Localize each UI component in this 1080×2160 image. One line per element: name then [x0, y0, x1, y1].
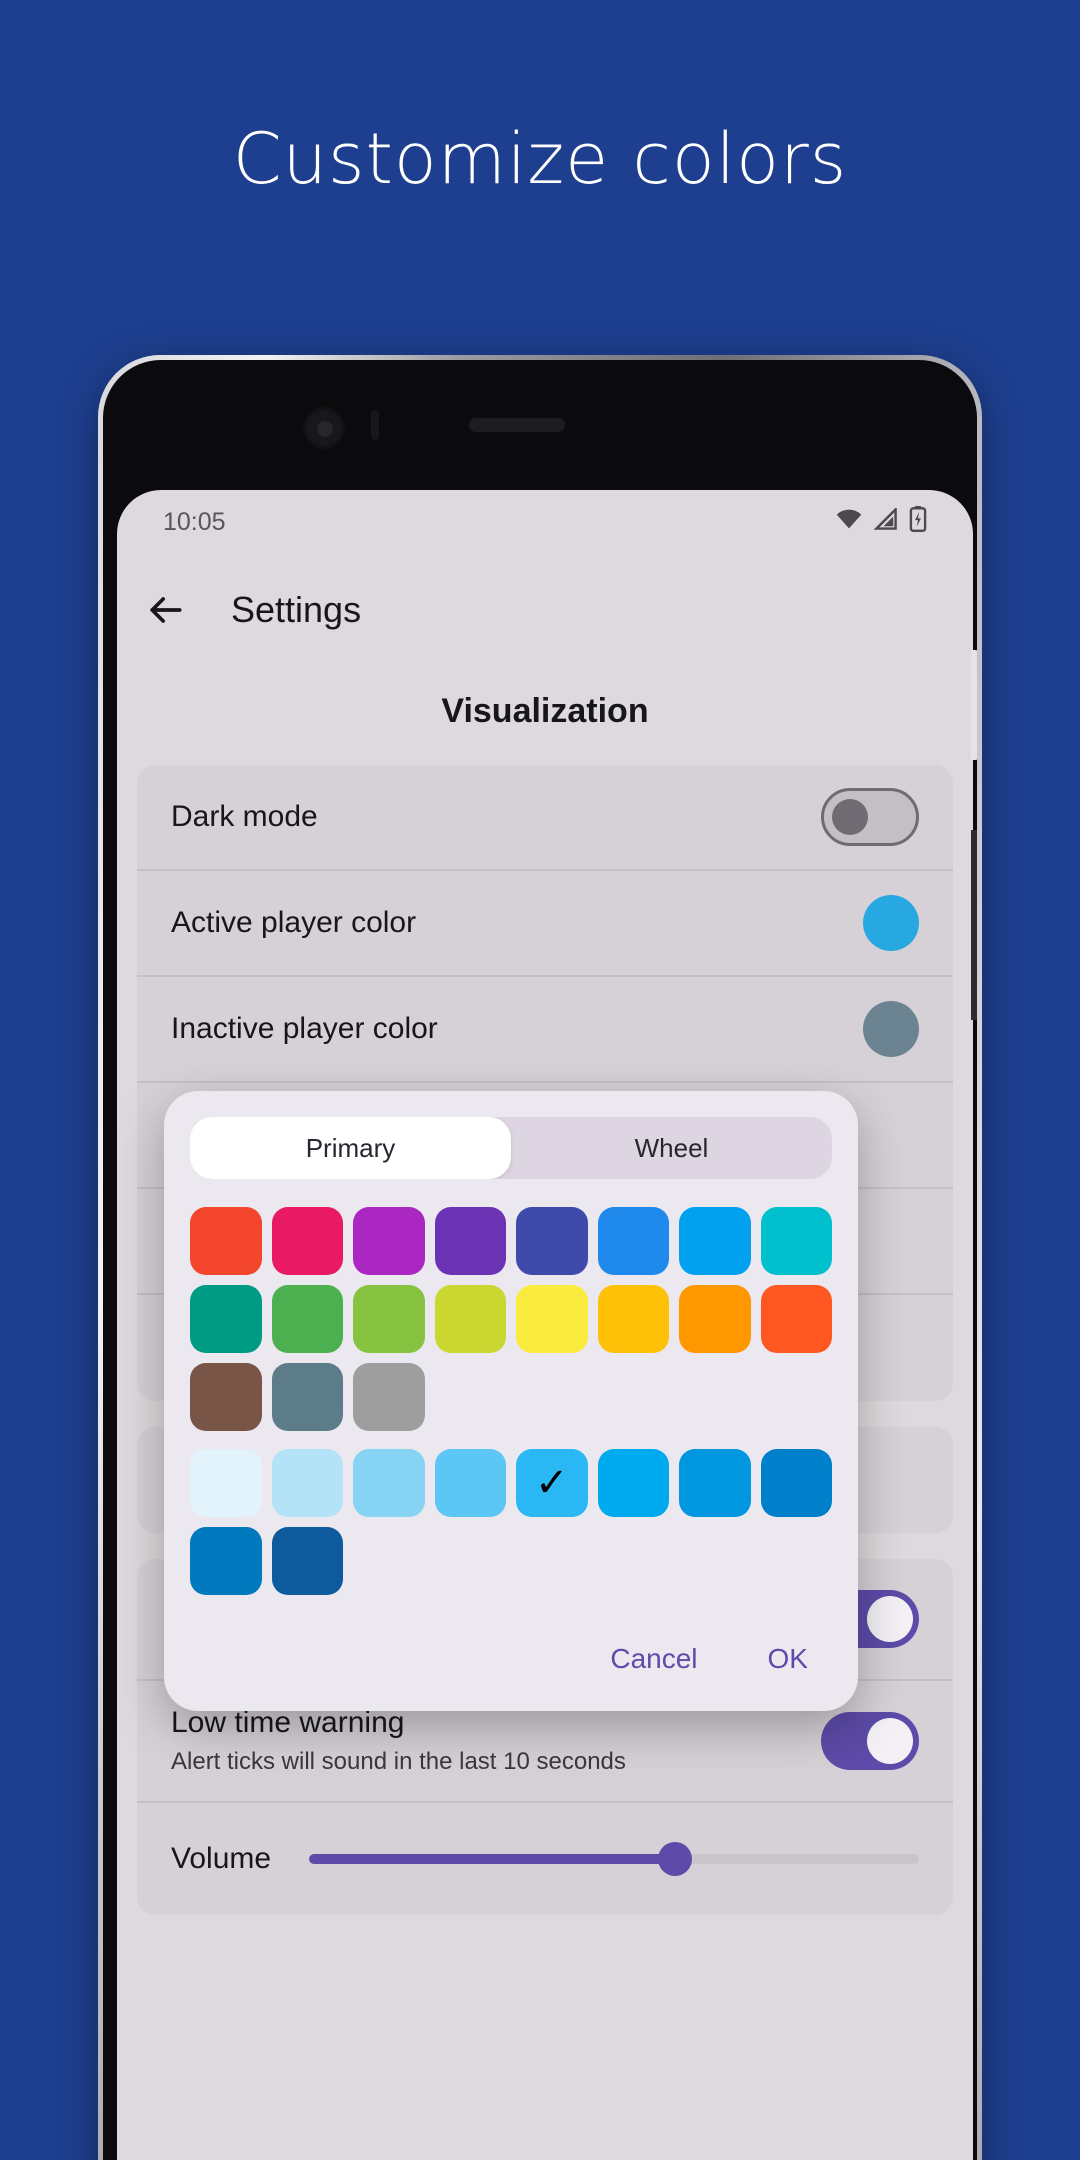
row-title: Inactive player color: [171, 1012, 438, 1045]
active-player-color-swatch[interactable]: [863, 895, 919, 951]
color-swatch[interactable]: [760, 1285, 832, 1353]
row-title: Dark mode: [171, 800, 318, 833]
low-time-warning-toggle[interactable]: [821, 1712, 919, 1770]
phone-side-button-volume: [971, 650, 977, 760]
tab-wheel[interactable]: Wheel: [511, 1117, 832, 1179]
row-title: Volume: [171, 1842, 272, 1875]
color-swatch[interactable]: [353, 1449, 425, 1517]
grid-spacer: [516, 1363, 588, 1431]
earpiece-speaker: [469, 418, 565, 432]
color-swatch[interactable]: [516, 1207, 588, 1275]
color-swatch[interactable]: [190, 1449, 262, 1517]
color-swatch[interactable]: [434, 1207, 506, 1275]
row-subtitle: Alert ticks will sound in the last 10 se…: [171, 1748, 626, 1775]
phone-bezel: 10:05 Settings Visualization Dark mode A…: [103, 360, 977, 2160]
color-swatch[interactable]: [597, 1285, 669, 1353]
color-swatch[interactable]: [760, 1449, 832, 1517]
grid-spacer: [598, 1363, 670, 1431]
color-swatch[interactable]: [597, 1449, 669, 1517]
color-swatch[interactable]: [353, 1363, 425, 1431]
color-swatch[interactable]: [190, 1285, 262, 1353]
checkmark-icon: ✓: [534, 1461, 569, 1505]
grid-spacer: [761, 1363, 833, 1431]
grid-spacer: [516, 1527, 588, 1595]
color-swatch[interactable]: [679, 1285, 751, 1353]
color-swatch[interactable]: [271, 1207, 343, 1275]
dark-mode-toggle[interactable]: [821, 788, 919, 846]
color-swatch[interactable]: [271, 1449, 343, 1517]
grid-spacer: [761, 1527, 833, 1595]
status-bar-clock: 10:05: [163, 507, 226, 536]
color-swatch[interactable]: [434, 1449, 506, 1517]
color-swatch[interactable]: ✓: [516, 1449, 588, 1517]
cancel-button[interactable]: Cancel: [586, 1629, 721, 1689]
wifi-icon: [835, 508, 863, 537]
grid-spacer: [353, 1527, 425, 1595]
volume-slider-thumb[interactable]: [658, 1842, 693, 1876]
row-title: Low time warning: [171, 1706, 405, 1739]
dialog-tabs: Primary Wheel: [190, 1117, 832, 1179]
settings-row-inactive-player-color[interactable]: Inactive player color: [137, 977, 953, 1083]
settings-row-volume[interactable]: Volume: [137, 1803, 953, 1915]
grid-spacer: [435, 1363, 507, 1431]
phone-side-button-power: [971, 830, 977, 1020]
color-swatch[interactable]: [190, 1527, 262, 1595]
status-bar: 10:05: [117, 490, 973, 554]
dialog-actions: Cancel OK: [190, 1629, 832, 1689]
app-bar: Settings: [117, 554, 973, 666]
color-swatch[interactable]: [516, 1285, 588, 1353]
grid-spacer: [598, 1527, 670, 1595]
grid-spacer: [679, 1527, 751, 1595]
app-screen: 10:05 Settings Visualization Dark mode A…: [117, 490, 973, 2160]
settings-row-active-player-color[interactable]: Active player color: [137, 871, 953, 977]
battery-charging-icon: [909, 505, 927, 539]
color-swatch[interactable]: [760, 1207, 832, 1275]
color-swatch[interactable]: [679, 1207, 751, 1275]
phone-mockup: 10:05 Settings Visualization Dark mode A…: [98, 355, 982, 2160]
color-swatch[interactable]: [271, 1527, 343, 1595]
grid-spacer: [435, 1527, 507, 1595]
shade-palette-grid: ✓: [190, 1449, 832, 1595]
inactive-player-color-swatch[interactable]: [863, 1001, 919, 1057]
color-swatch[interactable]: [190, 1363, 262, 1431]
color-swatch[interactable]: [271, 1363, 343, 1431]
color-swatch[interactable]: [353, 1285, 425, 1353]
front-camera-icon: [303, 407, 345, 449]
color-swatch[interactable]: [190, 1207, 262, 1275]
cell-signal-icon: [873, 506, 898, 537]
settings-row-dark-mode[interactable]: Dark mode: [137, 765, 953, 871]
section-title: Visualization: [441, 692, 649, 730]
tab-primary[interactable]: Primary: [190, 1117, 511, 1179]
page-title: Customize colors: [232, 118, 848, 200]
color-swatch[interactable]: [597, 1207, 669, 1275]
row-title: Active player color: [171, 906, 417, 939]
ok-button[interactable]: OK: [744, 1629, 832, 1689]
grid-spacer: [679, 1363, 751, 1431]
app-bar-title: Settings: [231, 589, 362, 630]
volume-slider[interactable]: [309, 1829, 919, 1889]
primary-palette-grid: [190, 1207, 832, 1431]
sensor-icon: [371, 410, 379, 440]
color-swatch[interactable]: [434, 1285, 506, 1353]
back-arrow-icon[interactable]: [143, 588, 187, 632]
color-swatch[interactable]: [679, 1449, 751, 1517]
color-swatch[interactable]: [353, 1207, 425, 1275]
color-picker-dialog: Primary Wheel ✓ Cancel OK: [164, 1091, 858, 1711]
color-swatch[interactable]: [271, 1285, 343, 1353]
